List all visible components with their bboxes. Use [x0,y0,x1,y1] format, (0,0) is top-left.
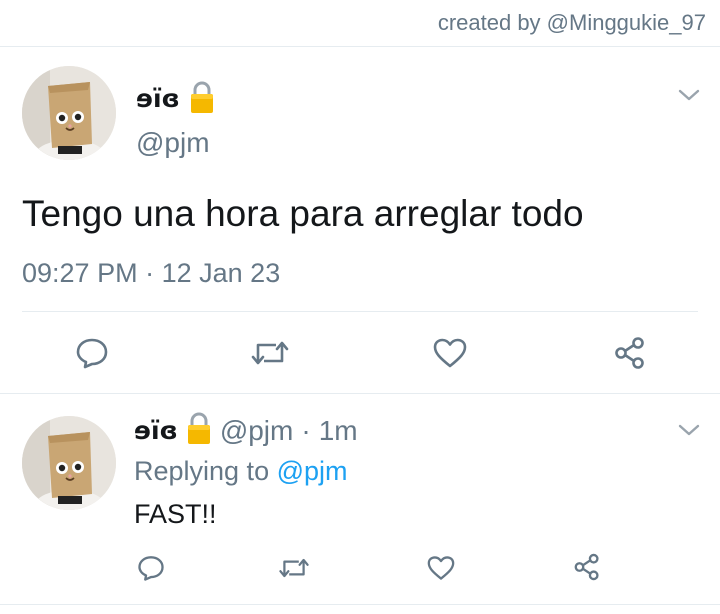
avatar[interactable] [22,66,116,160]
display-name-text[interactable]: ɘïɞ [134,416,178,445]
retweet-icon [250,337,290,369]
lock-icon [186,411,212,450]
share-icon [572,552,602,582]
tweet-age[interactable]: 1m [319,415,358,447]
chevron-down-icon[interactable] [678,88,700,102]
avatar[interactable] [22,416,116,510]
reply-header: ɘïɞ @pjm · 1m [134,411,358,450]
share-button[interactable] [610,333,650,373]
reply-text: FAST!! [134,499,217,529]
divider [22,311,698,312]
retweet-button[interactable] [276,552,312,584]
heart-icon [426,555,456,581]
reply-icon [137,554,165,582]
handle[interactable]: @pjm [220,415,294,447]
retweet-button[interactable] [248,333,292,373]
mention-link[interactable]: @pjm [277,456,348,486]
divider [0,46,720,47]
divider [0,393,720,394]
tweet-time: 09:27 PM [22,258,138,288]
like-button[interactable] [430,333,470,373]
tweet-text: Tengo una hora para arreglar todo [22,193,584,234]
tweet-date: 12 Jan 23 [161,258,281,288]
reply-button[interactable] [134,552,168,584]
heart-icon [432,337,468,369]
chevron-down-icon[interactable] [678,423,700,437]
time-separator: · [301,414,311,446]
replying-to: Replying to @pjm [134,456,348,487]
lock-icon [189,80,215,120]
handle[interactable]: @pjm [136,127,210,159]
credit-text: created by @Minggukie_97 [437,10,706,35]
replying-prefix: Replying to [134,456,270,486]
retweet-icon [278,555,310,581]
share-icon [612,335,648,371]
like-button[interactable] [424,552,458,584]
reply-button[interactable] [72,333,112,373]
display-name-text: ɘïɞ [136,84,180,113]
reply-icon [75,336,109,370]
divider [0,604,720,605]
time-separator: · [145,258,155,288]
share-button[interactable] [570,550,604,584]
display-name[interactable]: ɘïɞ [136,80,215,120]
timestamp[interactable]: 09:27 PM · 12 Jan 23 [22,258,280,289]
